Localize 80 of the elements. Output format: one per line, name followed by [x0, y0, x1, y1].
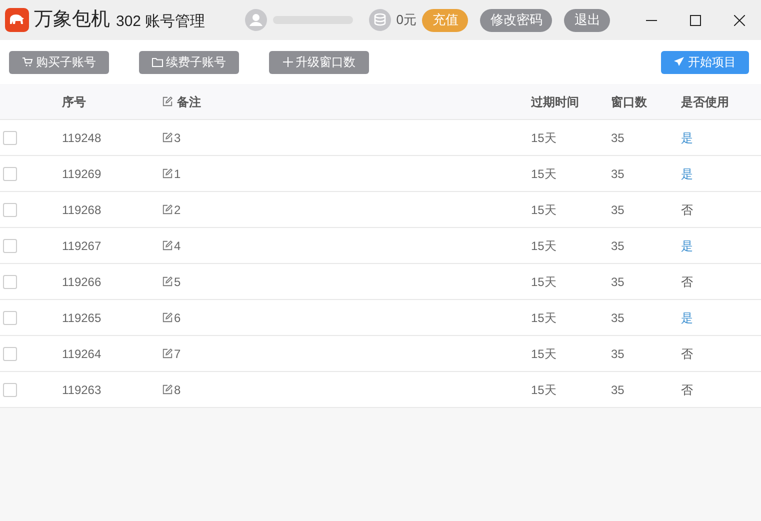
column-header: 过期时间 [531, 94, 580, 110]
note-cell[interactable]: 5 [162, 272, 531, 290]
table-cell-text: 35 [611, 166, 626, 182]
edit-icon [162, 348, 173, 359]
edit-icon [162, 204, 173, 215]
table-cell-text: 119269 [62, 166, 102, 182]
row-checkbox[interactable] [3, 346, 17, 360]
send-icon [674, 57, 684, 67]
table-cell-text: 119267 [62, 238, 102, 254]
table-cell-text: 否 [681, 274, 694, 290]
table-cell-text: 否 [681, 202, 694, 218]
table-cell-text: 否 [681, 346, 694, 362]
column-header: 是否使用 [681, 94, 730, 110]
table-cell-text: 15天 [531, 346, 558, 362]
edit-icon [162, 96, 173, 107]
column-header: 窗口数 [611, 94, 648, 110]
balance: 0元 [396, 11, 416, 30]
row-checkbox[interactable] [3, 274, 17, 288]
table-cell-text: 15天 [531, 202, 558, 218]
table-cell-text: 35 [611, 130, 626, 146]
start-project-button[interactable]: 开始项目 [661, 50, 749, 74]
row-checkbox[interactable] [3, 202, 17, 216]
note-cell[interactable]: 2 [162, 200, 531, 218]
table-cell-text: 35 [611, 238, 626, 254]
note-cell[interactable]: 1 [162, 164, 531, 182]
table-cell-text: 是 [681, 130, 694, 146]
table-cell-text: 否 [681, 382, 694, 398]
table-cell-text: 15天 [531, 238, 558, 254]
row-checkbox[interactable] [3, 166, 17, 180]
toolbar-button[interactable]: 续费子账号 [139, 50, 239, 74]
note-cell[interactable]: 6 [162, 308, 531, 326]
table-cell-text: 15天 [531, 310, 558, 326]
folder-icon [152, 57, 163, 67]
note-cell[interactable]: 3 [162, 128, 531, 146]
column-header: 序号 [62, 94, 87, 110]
edit-icon [162, 312, 173, 323]
table-cell-text: 15天 [531, 130, 558, 146]
row-checkbox[interactable] [3, 130, 17, 144]
toolbar-button[interactable]: 升级窗口数 [269, 50, 369, 74]
row-checkbox[interactable] [3, 238, 17, 252]
table-cell-text: 15天 [531, 166, 558, 182]
table-cell-text: 119264 [62, 346, 102, 362]
avatar-icon [245, 9, 268, 31]
table-cell-text: 119266 [62, 274, 102, 290]
edit-icon [162, 384, 173, 395]
header-button[interactable]: 退出 [564, 8, 610, 32]
cart-icon [22, 57, 33, 67]
column-header: 备注 [162, 92, 531, 110]
note-cell[interactable]: 4 [162, 236, 531, 254]
edit-icon [162, 276, 173, 287]
table-cell-text: 是 [681, 238, 694, 254]
row-checkbox[interactable] [3, 382, 17, 396]
table-cell-text: 35 [611, 310, 626, 326]
coins-icon [369, 9, 392, 31]
edit-icon [162, 132, 173, 143]
table-cell-text: 35 [611, 346, 626, 362]
close-icon [734, 14, 744, 26]
table-cell-text: 15天 [531, 274, 558, 290]
table-cell-text: 是 [681, 310, 694, 326]
edit-icon [162, 240, 173, 251]
table-cell-text: 119265 [62, 310, 102, 326]
header-button[interactable]: 修改密码 [480, 8, 552, 32]
plus-icon [282, 57, 292, 67]
elephant-logo-icon [5, 8, 29, 32]
edit-icon [162, 168, 173, 179]
table-cell-text: 15天 [531, 382, 558, 398]
note-cell[interactable]: 8 [162, 380, 531, 398]
maximize-icon [690, 14, 700, 26]
window-title: 302 账号管理 [116, 12, 206, 32]
table-cell-text: 119263 [62, 382, 102, 398]
table-cell-text: 35 [611, 274, 626, 290]
table-cell-text: 35 [611, 382, 626, 398]
note-cell[interactable]: 7 [162, 344, 531, 362]
table-cell-text: 是 [681, 166, 694, 182]
row-checkbox[interactable] [3, 310, 17, 324]
toolbar-button[interactable]: 购买子账号 [9, 50, 109, 74]
table-cell-text: 119268 [62, 202, 102, 218]
table-cell-text: 119248 [62, 130, 102, 146]
table-cell-text: 35 [611, 202, 626, 218]
app-name: 万象包机 [34, 8, 110, 32]
